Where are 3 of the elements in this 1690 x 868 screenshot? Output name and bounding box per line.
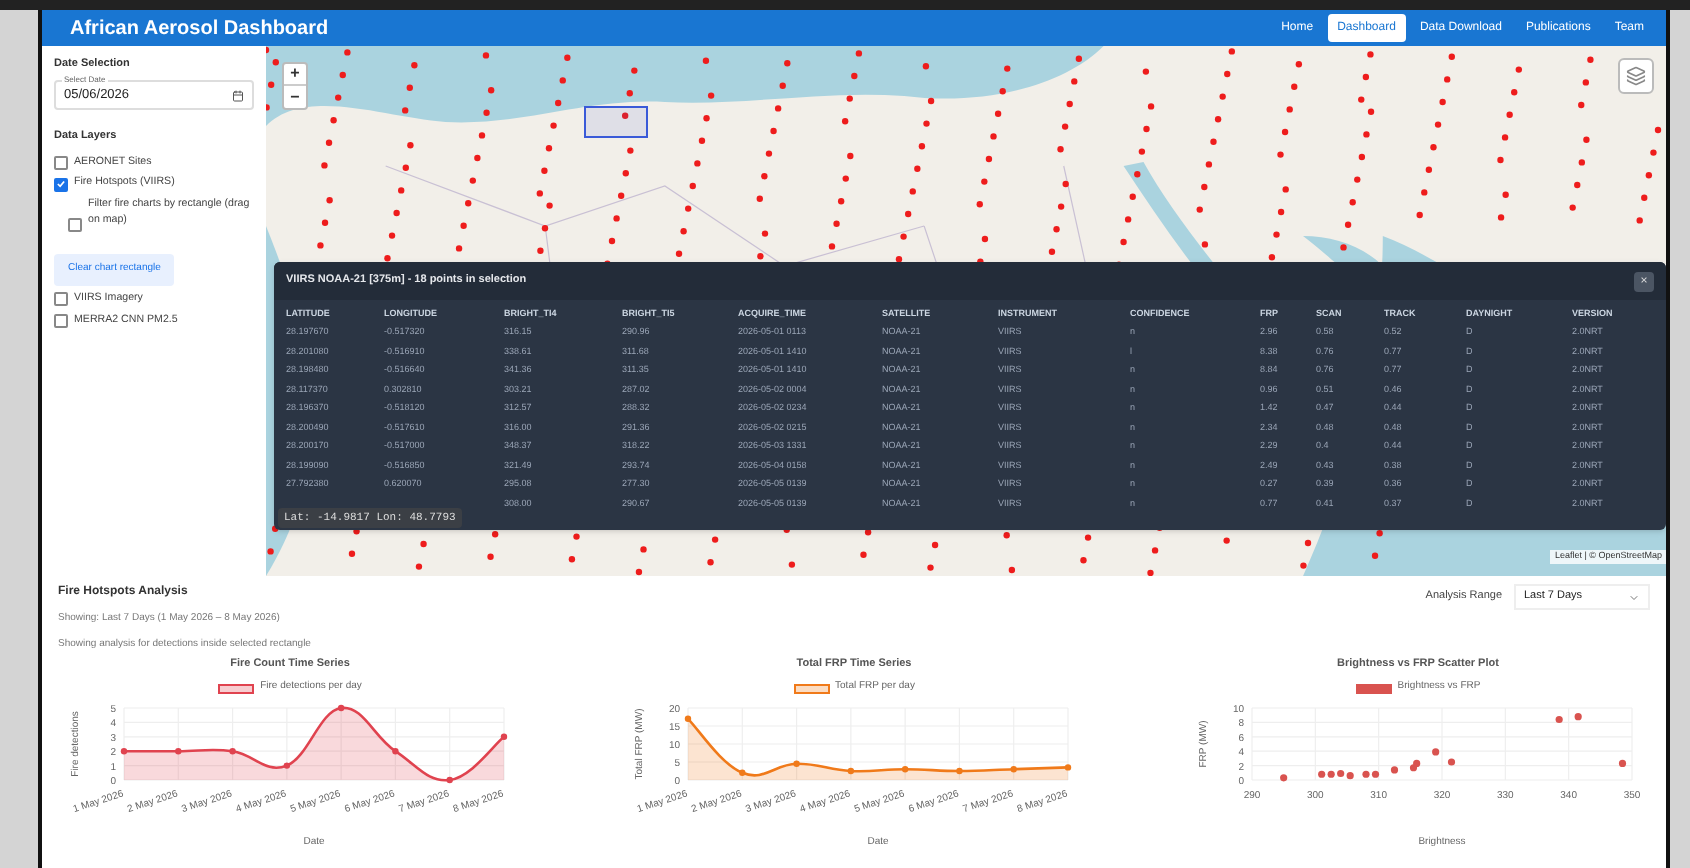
app-title: African Aerosol Dashboard <box>70 15 329 43</box>
zoom-in-button[interactable]: + <box>284 64 306 86</box>
zoom-out-button[interactable]: − <box>284 86 306 108</box>
